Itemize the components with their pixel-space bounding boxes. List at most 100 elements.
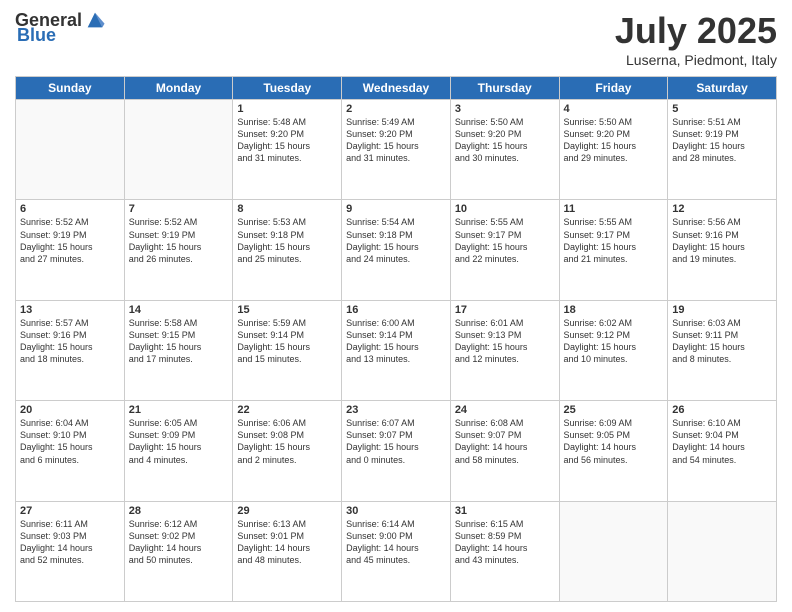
calendar-cell: 15Sunrise: 5:59 AM Sunset: 9:14 PM Dayli… (233, 300, 342, 400)
day-number: 30 (346, 505, 446, 517)
day-number: 23 (346, 404, 446, 416)
day-info: Sunrise: 5:51 AM Sunset: 9:19 PM Dayligh… (672, 116, 772, 165)
weekday-header-tuesday: Tuesday (233, 77, 342, 100)
calendar-cell: 14Sunrise: 5:58 AM Sunset: 9:15 PM Dayli… (124, 300, 233, 400)
calendar-cell: 21Sunrise: 6:05 AM Sunset: 9:09 PM Dayli… (124, 401, 233, 501)
day-number: 18 (564, 304, 664, 316)
day-number: 2 (346, 103, 446, 115)
calendar-cell: 18Sunrise: 6:02 AM Sunset: 9:12 PM Dayli… (559, 300, 668, 400)
day-number: 29 (237, 505, 337, 517)
calendar-cell: 20Sunrise: 6:04 AM Sunset: 9:10 PM Dayli… (16, 401, 125, 501)
day-info: Sunrise: 6:05 AM Sunset: 9:09 PM Dayligh… (129, 417, 229, 466)
day-number: 10 (455, 203, 555, 215)
calendar-cell: 11Sunrise: 5:55 AM Sunset: 9:17 PM Dayli… (559, 200, 668, 300)
day-number: 11 (564, 203, 664, 215)
calendar-cell: 13Sunrise: 5:57 AM Sunset: 9:16 PM Dayli… (16, 300, 125, 400)
day-info: Sunrise: 5:55 AM Sunset: 9:17 PM Dayligh… (564, 216, 664, 265)
day-info: Sunrise: 5:54 AM Sunset: 9:18 PM Dayligh… (346, 216, 446, 265)
weekday-header-thursday: Thursday (450, 77, 559, 100)
day-number: 28 (129, 505, 229, 517)
day-info: Sunrise: 5:53 AM Sunset: 9:18 PM Dayligh… (237, 216, 337, 265)
logo-blue: Blue (17, 25, 56, 46)
day-info: Sunrise: 5:55 AM Sunset: 9:17 PM Dayligh… (455, 216, 555, 265)
calendar-cell: 22Sunrise: 6:06 AM Sunset: 9:08 PM Dayli… (233, 401, 342, 501)
day-info: Sunrise: 6:04 AM Sunset: 9:10 PM Dayligh… (20, 417, 120, 466)
day-info: Sunrise: 5:50 AM Sunset: 9:20 PM Dayligh… (455, 116, 555, 165)
weekday-header-saturday: Saturday (668, 77, 777, 100)
day-number: 1 (237, 103, 337, 115)
calendar-cell (559, 501, 668, 601)
day-info: Sunrise: 5:58 AM Sunset: 9:15 PM Dayligh… (129, 317, 229, 366)
calendar-cell: 19Sunrise: 6:03 AM Sunset: 9:11 PM Dayli… (668, 300, 777, 400)
calendar-cell: 6Sunrise: 5:52 AM Sunset: 9:19 PM Daylig… (16, 200, 125, 300)
day-number: 4 (564, 103, 664, 115)
day-info: Sunrise: 5:50 AM Sunset: 9:20 PM Dayligh… (564, 116, 664, 165)
day-number: 24 (455, 404, 555, 416)
calendar-cell: 16Sunrise: 6:00 AM Sunset: 9:14 PM Dayli… (342, 300, 451, 400)
day-number: 5 (672, 103, 772, 115)
calendar-cell: 9Sunrise: 5:54 AM Sunset: 9:18 PM Daylig… (342, 200, 451, 300)
day-info: Sunrise: 6:09 AM Sunset: 9:05 PM Dayligh… (564, 417, 664, 466)
day-number: 15 (237, 304, 337, 316)
weekday-header-wednesday: Wednesday (342, 77, 451, 100)
calendar-cell: 26Sunrise: 6:10 AM Sunset: 9:04 PM Dayli… (668, 401, 777, 501)
location-title: Luserna, Piedmont, Italy (615, 52, 777, 68)
day-info: Sunrise: 5:56 AM Sunset: 9:16 PM Dayligh… (672, 216, 772, 265)
day-number: 16 (346, 304, 446, 316)
calendar-cell: 31Sunrise: 6:15 AM Sunset: 8:59 PM Dayli… (450, 501, 559, 601)
logo: General Blue (15, 10, 106, 46)
day-info: Sunrise: 6:14 AM Sunset: 9:00 PM Dayligh… (346, 518, 446, 567)
calendar-cell: 27Sunrise: 6:11 AM Sunset: 9:03 PM Dayli… (16, 501, 125, 601)
day-info: Sunrise: 5:57 AM Sunset: 9:16 PM Dayligh… (20, 317, 120, 366)
title-block: July 2025 Luserna, Piedmont, Italy (615, 10, 777, 68)
day-number: 3 (455, 103, 555, 115)
weekday-header-monday: Monday (124, 77, 233, 100)
calendar-cell (124, 100, 233, 200)
day-info: Sunrise: 6:07 AM Sunset: 9:07 PM Dayligh… (346, 417, 446, 466)
calendar-cell: 8Sunrise: 5:53 AM Sunset: 9:18 PM Daylig… (233, 200, 342, 300)
day-number: 27 (20, 505, 120, 517)
day-info: Sunrise: 6:03 AM Sunset: 9:11 PM Dayligh… (672, 317, 772, 366)
page: General Blue July 2025 Luserna, Piedmont… (0, 0, 792, 612)
day-number: 19 (672, 304, 772, 316)
calendar-cell: 1Sunrise: 5:48 AM Sunset: 9:20 PM Daylig… (233, 100, 342, 200)
day-number: 6 (20, 203, 120, 215)
day-info: Sunrise: 5:59 AM Sunset: 9:14 PM Dayligh… (237, 317, 337, 366)
calendar-cell (16, 100, 125, 200)
calendar-cell (668, 501, 777, 601)
day-number: 26 (672, 404, 772, 416)
calendar-cell: 10Sunrise: 5:55 AM Sunset: 9:17 PM Dayli… (450, 200, 559, 300)
month-title: July 2025 (615, 10, 777, 52)
day-info: Sunrise: 5:49 AM Sunset: 9:20 PM Dayligh… (346, 116, 446, 165)
calendar-cell: 28Sunrise: 6:12 AM Sunset: 9:02 PM Dayli… (124, 501, 233, 601)
calendar-cell: 12Sunrise: 5:56 AM Sunset: 9:16 PM Dayli… (668, 200, 777, 300)
day-info: Sunrise: 6:08 AM Sunset: 9:07 PM Dayligh… (455, 417, 555, 466)
day-number: 31 (455, 505, 555, 517)
day-info: Sunrise: 5:48 AM Sunset: 9:20 PM Dayligh… (237, 116, 337, 165)
day-info: Sunrise: 6:00 AM Sunset: 9:14 PM Dayligh… (346, 317, 446, 366)
calendar-cell: 2Sunrise: 5:49 AM Sunset: 9:20 PM Daylig… (342, 100, 451, 200)
day-number: 13 (20, 304, 120, 316)
calendar-cell: 23Sunrise: 6:07 AM Sunset: 9:07 PM Dayli… (342, 401, 451, 501)
day-number: 8 (237, 203, 337, 215)
calendar: SundayMondayTuesdayWednesdayThursdayFrid… (15, 76, 777, 602)
day-number: 25 (564, 404, 664, 416)
day-info: Sunrise: 6:02 AM Sunset: 9:12 PM Dayligh… (564, 317, 664, 366)
day-number: 22 (237, 404, 337, 416)
weekday-header-friday: Friday (559, 77, 668, 100)
logo-icon (84, 9, 106, 31)
day-info: Sunrise: 5:52 AM Sunset: 9:19 PM Dayligh… (129, 216, 229, 265)
day-number: 14 (129, 304, 229, 316)
day-number: 7 (129, 203, 229, 215)
day-number: 12 (672, 203, 772, 215)
day-number: 20 (20, 404, 120, 416)
calendar-cell: 4Sunrise: 5:50 AM Sunset: 9:20 PM Daylig… (559, 100, 668, 200)
calendar-cell: 7Sunrise: 5:52 AM Sunset: 9:19 PM Daylig… (124, 200, 233, 300)
calendar-cell: 17Sunrise: 6:01 AM Sunset: 9:13 PM Dayli… (450, 300, 559, 400)
day-info: Sunrise: 6:10 AM Sunset: 9:04 PM Dayligh… (672, 417, 772, 466)
day-info: Sunrise: 6:13 AM Sunset: 9:01 PM Dayligh… (237, 518, 337, 567)
weekday-header-sunday: Sunday (16, 77, 125, 100)
day-number: 17 (455, 304, 555, 316)
day-info: Sunrise: 6:15 AM Sunset: 8:59 PM Dayligh… (455, 518, 555, 567)
day-info: Sunrise: 6:12 AM Sunset: 9:02 PM Dayligh… (129, 518, 229, 567)
